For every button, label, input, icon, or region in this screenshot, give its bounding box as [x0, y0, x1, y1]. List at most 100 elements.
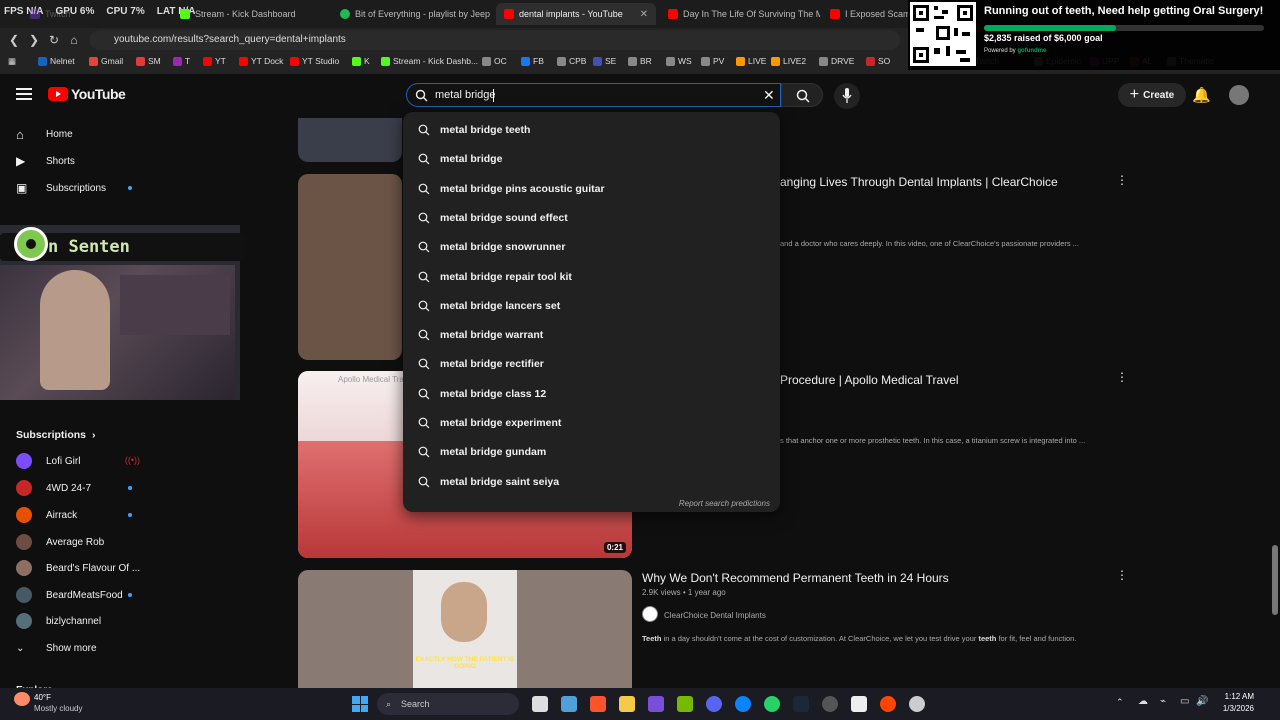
app-icon[interactable] — [909, 696, 925, 712]
bookmark-item[interactable]: FB — [521, 56, 544, 66]
browser-tab[interactable]: Stream - Kick Dashboard — [172, 3, 332, 25]
more-options-icon[interactable]: ⋮ — [1116, 568, 1128, 582]
create-button[interactable]: + Create — [1118, 83, 1186, 107]
ea-icon[interactable] — [880, 696, 896, 712]
browser-tab[interactable]: I Exposed Scamm — [822, 3, 912, 25]
obs-icon[interactable] — [822, 696, 838, 712]
search-suggestion[interactable]: metal bridge experiment — [403, 409, 780, 437]
video-thumbnail[interactable]: EXACTLY HOW THE PATIENT IS GOING — [298, 570, 632, 688]
sidebar-item-shorts[interactable]: ▶ Shorts — [16, 151, 146, 171]
sidebar-item-home[interactable]: ⌂ Home — [16, 124, 146, 144]
voice-search-button[interactable] — [834, 83, 860, 109]
tray-chevron-icon[interactable]: ⌃ — [1116, 697, 1124, 708]
edge-icon[interactable] — [735, 696, 751, 712]
sidebar-channel[interactable]: Beard's Flavour Of ... — [16, 558, 146, 578]
channel-name[interactable]: ClearChoice Dental Implants — [664, 611, 766, 620]
more-options-icon[interactable]: ⋮ — [1116, 173, 1128, 187]
file-explorer-icon[interactable] — [619, 696, 635, 712]
search-input[interactable]: metal bridge ✕ — [406, 83, 781, 107]
video-title[interactable]: anging Lives Through Dental Implants | C… — [780, 175, 1058, 189]
bookmark-item[interactable]: BR — [628, 56, 652, 66]
bookmark-item[interactable]: T — [173, 56, 190, 66]
bookmark-item[interactable]: CPB — [557, 56, 586, 66]
search-suggestion[interactable]: metal bridge teeth — [403, 116, 780, 144]
bookmark-item[interactable]: K — [352, 56, 370, 66]
discord-icon[interactable] — [706, 696, 722, 712]
search-suggestion[interactable]: metal bridge pins acoustic guitar — [403, 175, 780, 203]
taskbar-search[interactable]: ⌕ Search — [377, 693, 519, 715]
bookmark-item[interactable]: YT Dock — [239, 56, 283, 66]
search-suggestion[interactable]: metal bridge sound effect — [403, 204, 780, 232]
sidebar-channel[interactable]: Lofi Girl ((•)) — [16, 451, 146, 471]
bookmark-item[interactable]: SM — [136, 56, 161, 66]
task-view-icon[interactable] — [532, 696, 548, 712]
bookmark-item[interactable]: PV — [701, 56, 724, 66]
search-suggestion[interactable]: metal bridge saint seiya — [403, 468, 780, 496]
sidebar-channel[interactable]: Airrack — [16, 505, 146, 525]
url-field[interactable]: youtube.com/results?search_query=dental+… — [90, 30, 900, 50]
sidebar-item-subscriptions[interactable]: ▣ Subscriptions — [16, 178, 146, 198]
bookmark-item[interactable]: LIVE — [736, 56, 766, 66]
apps-icon[interactable]: ▦ — [8, 56, 16, 67]
search-suggestion[interactable]: metal bridge gundam — [403, 438, 780, 466]
bookmark-item[interactable]: YT — [203, 56, 226, 66]
youtube-logo[interactable]: YouTube — [48, 86, 126, 102]
browser-tab[interactable]: Bit of Everything - playlist by Jeep W — [332, 3, 492, 25]
bookmark-item[interactable]: DRVE — [819, 56, 854, 66]
nvidia-icon[interactable] — [677, 696, 693, 712]
app-icon[interactable] — [851, 696, 867, 712]
steam-icon[interactable] — [793, 696, 809, 712]
search-suggestion[interactable]: metal bridge lancers set — [403, 292, 780, 320]
clear-search-icon[interactable]: ✕ — [763, 87, 775, 104]
channel-avatar[interactable] — [642, 606, 658, 622]
bookmark-item[interactable]: SO — [866, 56, 890, 66]
network-icon[interactable]: ▭ — [1180, 696, 1189, 707]
app-icon[interactable] — [648, 696, 664, 712]
video-thumbnail[interactable] — [298, 174, 402, 360]
bookmark-item[interactable]: SE — [593, 56, 616, 66]
weather-condition[interactable]: Mostly cloudy — [34, 704, 82, 713]
sidebar-channel[interactable]: BeardMeatsFood — [16, 585, 146, 605]
sidebar-channel[interactable]: Average Rob — [16, 532, 146, 552]
tray-icon[interactable]: ⌁ — [1160, 696, 1166, 707]
browser-tab-active[interactable]: dental implants - YouTube ✕ — [496, 3, 656, 25]
windows-start-icon[interactable] — [352, 696, 368, 712]
sidebar-channel[interactable]: 4WD 24-7 — [16, 478, 146, 498]
show-more-button[interactable]: ⌄ Show more — [16, 638, 146, 658]
back-icon[interactable]: ❮ — [6, 32, 22, 48]
search-suggestion[interactable]: metal bridge rectifier — [403, 350, 780, 378]
cloud-icon[interactable]: ☁ — [1138, 696, 1148, 707]
bookmark-item[interactable]: Stream - Kick Dashb... — [381, 56, 478, 66]
bookmark-item[interactable]: YT Studio — [290, 56, 339, 66]
avatar[interactable] — [1229, 85, 1249, 105]
reload-icon[interactable]: ↻ — [46, 32, 62, 48]
sidebar-channel[interactable]: bizlychannel — [16, 611, 146, 631]
clock-date[interactable]: 1/3/2026 — [1214, 704, 1254, 713]
menu-icon[interactable] — [16, 88, 32, 100]
search-button[interactable] — [781, 83, 823, 107]
forward-icon[interactable]: ❯ — [26, 32, 42, 48]
close-tab-icon[interactable]: ✕ — [640, 9, 648, 20]
search-suggestion[interactable]: metal bridge — [403, 145, 780, 173]
browser-tab[interactable]: Day In The Life Of Surviving The Mo — [660, 3, 820, 25]
app-icon[interactable] — [764, 696, 780, 712]
search-suggestion[interactable]: metal bridge warrant — [403, 321, 780, 349]
browser-tab[interactable]: Twitch — [22, 3, 82, 25]
home-icon[interactable]: ⌂ — [66, 32, 82, 48]
page-scrollbar-thumb[interactable] — [1272, 545, 1278, 615]
more-options-icon[interactable]: ⋮ — [1116, 370, 1128, 384]
report-search-predictions-link[interactable]: Report search predictions — [679, 499, 770, 508]
weather-temp[interactable]: 40°F — [34, 693, 51, 702]
subscriptions-header[interactable]: Subscriptions › — [16, 425, 146, 445]
widgets-icon[interactable] — [561, 696, 577, 712]
search-suggestion[interactable]: metal bridge snowrunner — [403, 233, 780, 261]
volume-icon[interactable]: 🔊 — [1196, 696, 1208, 707]
bookmark-item[interactable]: OC — [482, 56, 507, 66]
brave-browser-icon[interactable] — [590, 696, 606, 712]
bookmark-item[interactable]: WS — [666, 56, 692, 66]
search-suggestion[interactable]: metal bridge repair tool kit — [403, 263, 780, 291]
bookmark-item[interactable]: LIVE2 — [771, 56, 806, 66]
video-title[interactable]: Why We Don't Recommend Permanent Teeth i… — [642, 571, 949, 585]
bookmark-item[interactable]: Nelnet — [38, 56, 75, 66]
clock-time[interactable]: 1:12 AM — [1214, 692, 1254, 701]
